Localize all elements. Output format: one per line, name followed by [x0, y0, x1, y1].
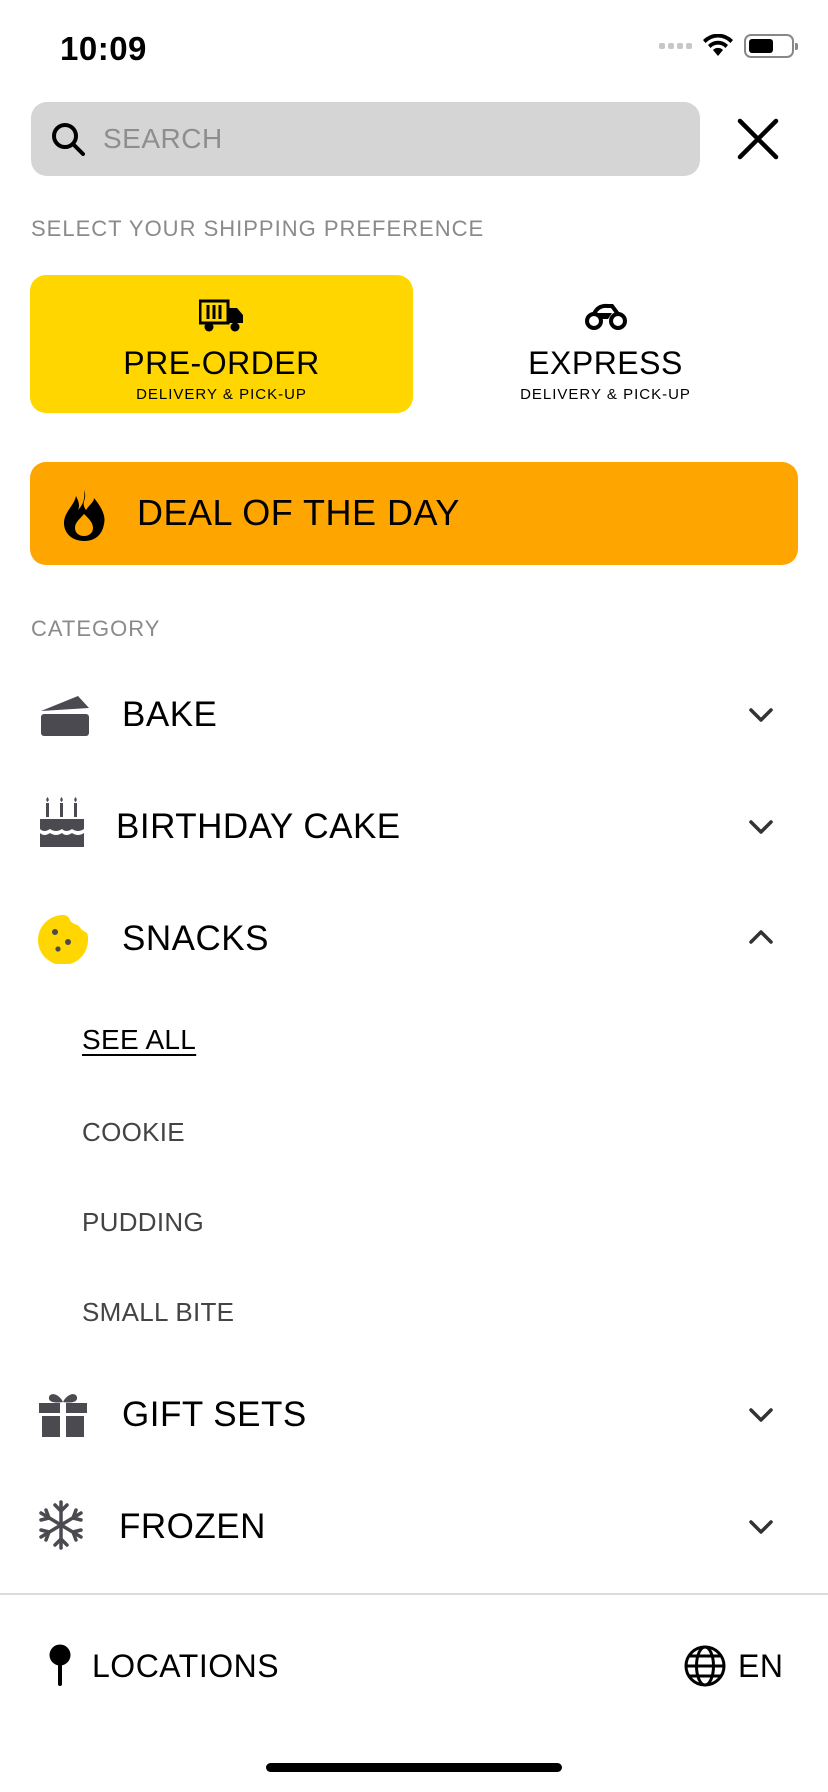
snacks-small-bite-link[interactable]: SMALL BITE	[82, 1297, 234, 1328]
deal-label: DEAL OF THE DAY	[137, 492, 460, 533]
locations-link[interactable]: LOCATIONS	[48, 1640, 279, 1692]
gift-icon	[39, 1394, 87, 1437]
express-option[interactable]: EXPRESS DELIVERY & PICK-UP	[414, 275, 797, 413]
snacks-see-all-link[interactable]: SEE ALL	[82, 1024, 196, 1056]
locations-label: LOCATIONS	[92, 1647, 280, 1684]
snowflake-icon	[39, 1500, 83, 1550]
home-indicator	[266, 1763, 562, 1772]
category-bake[interactable]: BAKE	[0, 660, 828, 770]
cookie-icon	[38, 915, 88, 964]
flame-icon	[64, 490, 105, 541]
category-gift-sets[interactable]: GIFT SETS	[0, 1360, 828, 1470]
category-label: SNACKS	[122, 919, 269, 958]
express-title: EXPRESS	[528, 345, 683, 381]
category-snacks[interactable]: SNACKS	[0, 884, 828, 994]
truck-icon	[198, 299, 243, 332]
search-input[interactable]	[103, 114, 673, 164]
category-frozen[interactable]: FROZEN	[0, 1472, 828, 1582]
footer-divider	[0, 1593, 828, 1595]
shipping-heading: SELECT YOUR SHIPPING PREFERENCE	[31, 216, 485, 241]
wifi-icon	[703, 34, 733, 56]
cake-slice-icon	[41, 696, 89, 736]
language-selector[interactable]: EN	[684, 1640, 783, 1692]
pre-order-subtitle: DELIVERY & PICK-UP	[136, 386, 307, 403]
close-icon[interactable]	[735, 116, 781, 162]
snacks-cookie-link[interactable]: COOKIE	[82, 1117, 185, 1148]
chevron-down-icon	[749, 708, 773, 722]
battery-icon	[744, 34, 798, 58]
status-bar: 10:09	[0, 0, 828, 98]
status-time: 10:09	[60, 30, 147, 67]
pre-order-option[interactable]: PRE-ORDER DELIVERY & PICK-UP	[30, 275, 413, 413]
chevron-down-icon	[749, 820, 773, 834]
express-subtitle: DELIVERY & PICK-UP	[520, 386, 691, 403]
search-box[interactable]	[31, 102, 700, 176]
category-label: BAKE	[122, 695, 218, 734]
status-icons	[659, 34, 798, 58]
category-heading: CATEGORY	[31, 616, 161, 641]
cellular-signal-icon	[659, 43, 692, 49]
category-label: BIRTHDAY CAKE	[116, 807, 401, 846]
deal-of-the-day-button[interactable]: DEAL OF THE DAY	[30, 462, 798, 565]
globe-icon	[684, 1645, 726, 1687]
category-label: GIFT SETS	[122, 1395, 307, 1434]
search-icon	[52, 123, 85, 156]
search-row	[31, 102, 797, 176]
scooter-icon	[584, 303, 627, 330]
pre-order-title: PRE-ORDER	[123, 345, 320, 381]
chevron-up-icon	[749, 930, 773, 944]
chevron-down-icon	[749, 1520, 773, 1534]
language-label: EN	[738, 1647, 784, 1684]
snacks-pudding-link[interactable]: PUDDING	[82, 1207, 204, 1238]
category-label: FROZEN	[119, 1507, 266, 1546]
chevron-down-icon	[749, 1408, 773, 1422]
category-birthday-cake[interactable]: BIRTHDAY CAKE	[0, 772, 828, 882]
location-pin-icon	[49, 1644, 71, 1686]
birthday-cake-icon	[40, 797, 84, 847]
